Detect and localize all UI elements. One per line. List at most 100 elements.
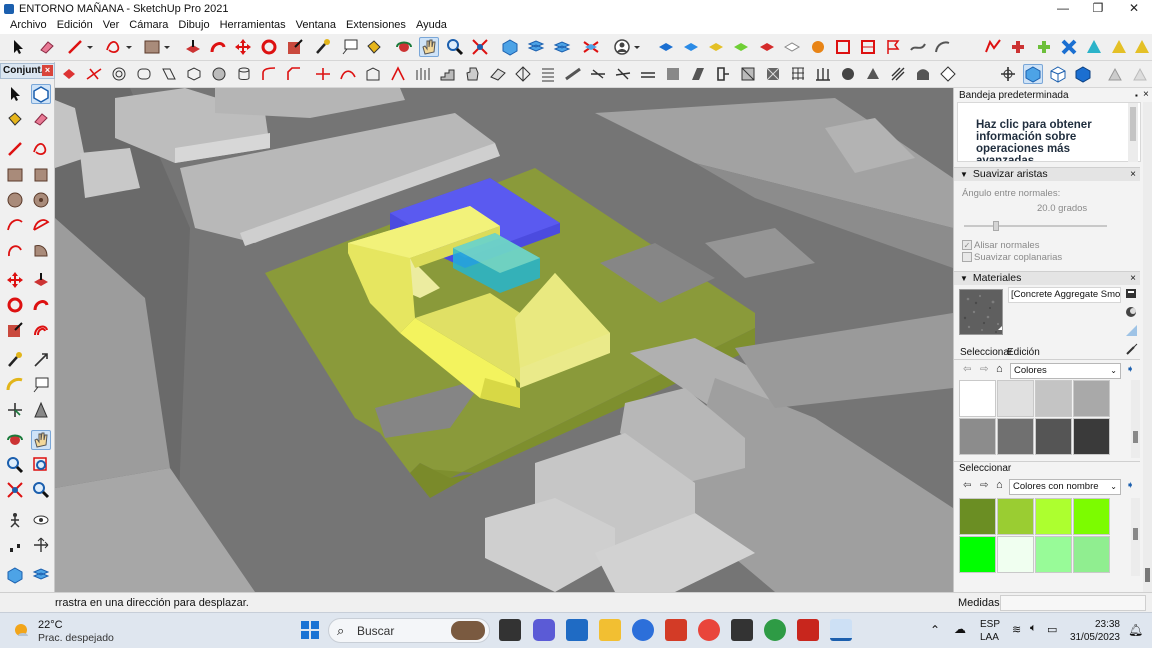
shape-bender-icon[interactable]: [613, 64, 633, 84]
menu-dibujo[interactable]: Dibujo: [173, 18, 214, 33]
shell-icon[interactable]: [388, 64, 408, 84]
top-view-icon[interactable]: [31, 565, 51, 585]
named-color-swatch[interactable]: [959, 498, 996, 535]
surface-deform-icon[interactable]: [913, 64, 933, 84]
stamp-icon[interactable]: [1059, 37, 1079, 57]
library-select[interactable]: Colores ⌄: [1010, 363, 1121, 379]
library-select-2[interactable]: Colores con nombre ⌄: [1009, 479, 1121, 495]
tape-measure-icon[interactable]: [313, 37, 333, 57]
unity-icon[interactable]: [731, 619, 753, 641]
push-pull-icon[interactable]: [31, 270, 51, 290]
swatch-scrollbar-2[interactable]: [1131, 498, 1140, 576]
windows-start-icon[interactable]: [300, 620, 320, 640]
smooth-coplanar-checkbox[interactable]: [962, 252, 972, 262]
scale-rotate-icon[interactable]: [863, 64, 883, 84]
taskbar-search[interactable]: ⌕ Buscar: [328, 618, 490, 643]
color-swatch[interactable]: [1073, 380, 1110, 417]
default-material-icon[interactable]: [1125, 324, 1138, 337]
swatch-scrollbar[interactable]: [1131, 380, 1140, 458]
cloud-icon[interactable]: ☁: [954, 622, 966, 636]
panel-close-button[interactable]: ×: [42, 65, 53, 76]
color-swatch[interactable]: [1073, 418, 1110, 455]
clock-date[interactable]: 31/05/2023: [1065, 632, 1120, 643]
offset-icon[interactable]: [109, 64, 129, 84]
color-swatch[interactable]: [959, 380, 996, 417]
truebend-icon[interactable]: [638, 64, 658, 84]
front-view-icon[interactable]: [552, 37, 572, 57]
round-corner-icon[interactable]: [134, 64, 154, 84]
named-color-swatch[interactable]: [997, 536, 1034, 573]
axes-tool-icon[interactable]: [998, 64, 1018, 84]
color-swatch[interactable]: [1035, 418, 1072, 455]
utorrent-icon[interactable]: [764, 619, 786, 641]
section-plane-icon[interactable]: [833, 37, 853, 57]
sandbox-icon[interactable]: [731, 37, 751, 57]
shaded-view-icon[interactable]: [1073, 64, 1093, 84]
follow-me-icon[interactable]: [31, 295, 51, 315]
back-arrow-icon-2[interactable]: ⇦: [963, 480, 971, 491]
battery-icon[interactable]: ▭: [1047, 623, 1057, 636]
named-color-swatch[interactable]: [1035, 536, 1072, 573]
display-section-icon[interactable]: [858, 37, 878, 57]
3d-viewport[interactable]: [55, 88, 953, 592]
create-material-icon[interactable]: [1125, 306, 1138, 319]
monochrome-view-icon[interactable]: [1105, 64, 1125, 84]
account-dropdown-icon[interactable]: [632, 37, 642, 57]
named-color-swatch[interactable]: [997, 498, 1034, 535]
menu-archivo[interactable]: Archivo: [5, 18, 52, 33]
follow-me-icon[interactable]: [208, 37, 228, 57]
solid-sphere-icon[interactable]: [209, 64, 229, 84]
menu-herramientas[interactable]: Herramientas: [215, 18, 291, 33]
forward-arrow-icon-2[interactable]: ⇨: [980, 480, 988, 491]
zoom-extents-icon[interactable]: [5, 480, 25, 500]
smooth-edges-header[interactable]: ▼ Suavizar aristas ×: [954, 167, 1140, 181]
skin-icon[interactable]: [563, 64, 583, 84]
make-component-icon[interactable]: [31, 84, 51, 104]
menu-edicion[interactable]: Edición: [52, 18, 98, 33]
sample-paint-icon[interactable]: [1126, 343, 1138, 355]
menu-camara[interactable]: Cámara: [124, 18, 173, 33]
axes-icon[interactable]: [5, 400, 25, 420]
file-explorer-icon[interactable]: [599, 619, 621, 641]
shadows-icon[interactable]: [1130, 64, 1150, 84]
tray-close-icon[interactable]: ×: [1143, 89, 1149, 100]
scale-icon[interactable]: [5, 320, 25, 340]
iso-view-icon[interactable]: [5, 565, 25, 585]
smooth-close-icon[interactable]: ×: [1130, 168, 1136, 181]
orbit-tool-icon[interactable]: [394, 37, 414, 57]
forward-arrow-icon[interactable]: ⇨: [980, 364, 988, 375]
dimension-icon[interactable]: [31, 350, 51, 370]
details-arrow-icon-2[interactable]: ➧: [1126, 480, 1134, 491]
3d-text-icon[interactable]: [31, 400, 51, 420]
show-hidden-icons-icon[interactable]: ⌃: [930, 623, 940, 637]
matrix-icon[interactable]: [938, 64, 958, 84]
teams-icon[interactable]: [533, 619, 555, 641]
tab-seleccionar[interactable]: Seleccionar: [960, 347, 1012, 358]
radial-bend-icon[interactable]: [688, 64, 708, 84]
share-model-icon[interactable]: [681, 37, 701, 57]
autocad-icon[interactable]: [797, 619, 819, 641]
close-button[interactable]: ✕: [1116, 0, 1152, 17]
minimize-button[interactable]: —: [1045, 0, 1081, 17]
measurements-input[interactable]: [1000, 595, 1146, 611]
shape-dropdown-icon[interactable]: [162, 37, 172, 57]
hand-grab-icon[interactable]: [463, 64, 483, 84]
color-swatch[interactable]: [997, 418, 1034, 455]
smooth-normals-checkbox[interactable]: ✓: [962, 240, 972, 250]
home-icon-2[interactable]: ⌂: [996, 479, 1003, 491]
rectangle-icon[interactable]: [5, 165, 25, 185]
line-tool-icon[interactable]: [65, 37, 85, 57]
stretch-icon[interactable]: [738, 64, 758, 84]
layers-icon[interactable]: [808, 37, 828, 57]
tape-measure-icon[interactable]: [5, 350, 25, 370]
wireframe-view-icon[interactable]: [1048, 64, 1068, 84]
display-section-cuts-icon[interactable]: [908, 37, 928, 57]
arc-icon[interactable]: [5, 215, 25, 235]
widgets-icon[interactable]: [566, 619, 588, 641]
panel-header[interactable]: Conjunt... ×: [0, 63, 55, 79]
protractor-icon[interactable]: [5, 375, 25, 395]
grid-array-icon[interactable]: [413, 64, 433, 84]
from-contours-icon[interactable]: [1084, 37, 1104, 57]
move-tool-icon[interactable]: [233, 37, 253, 57]
shear-icon[interactable]: [788, 64, 808, 84]
